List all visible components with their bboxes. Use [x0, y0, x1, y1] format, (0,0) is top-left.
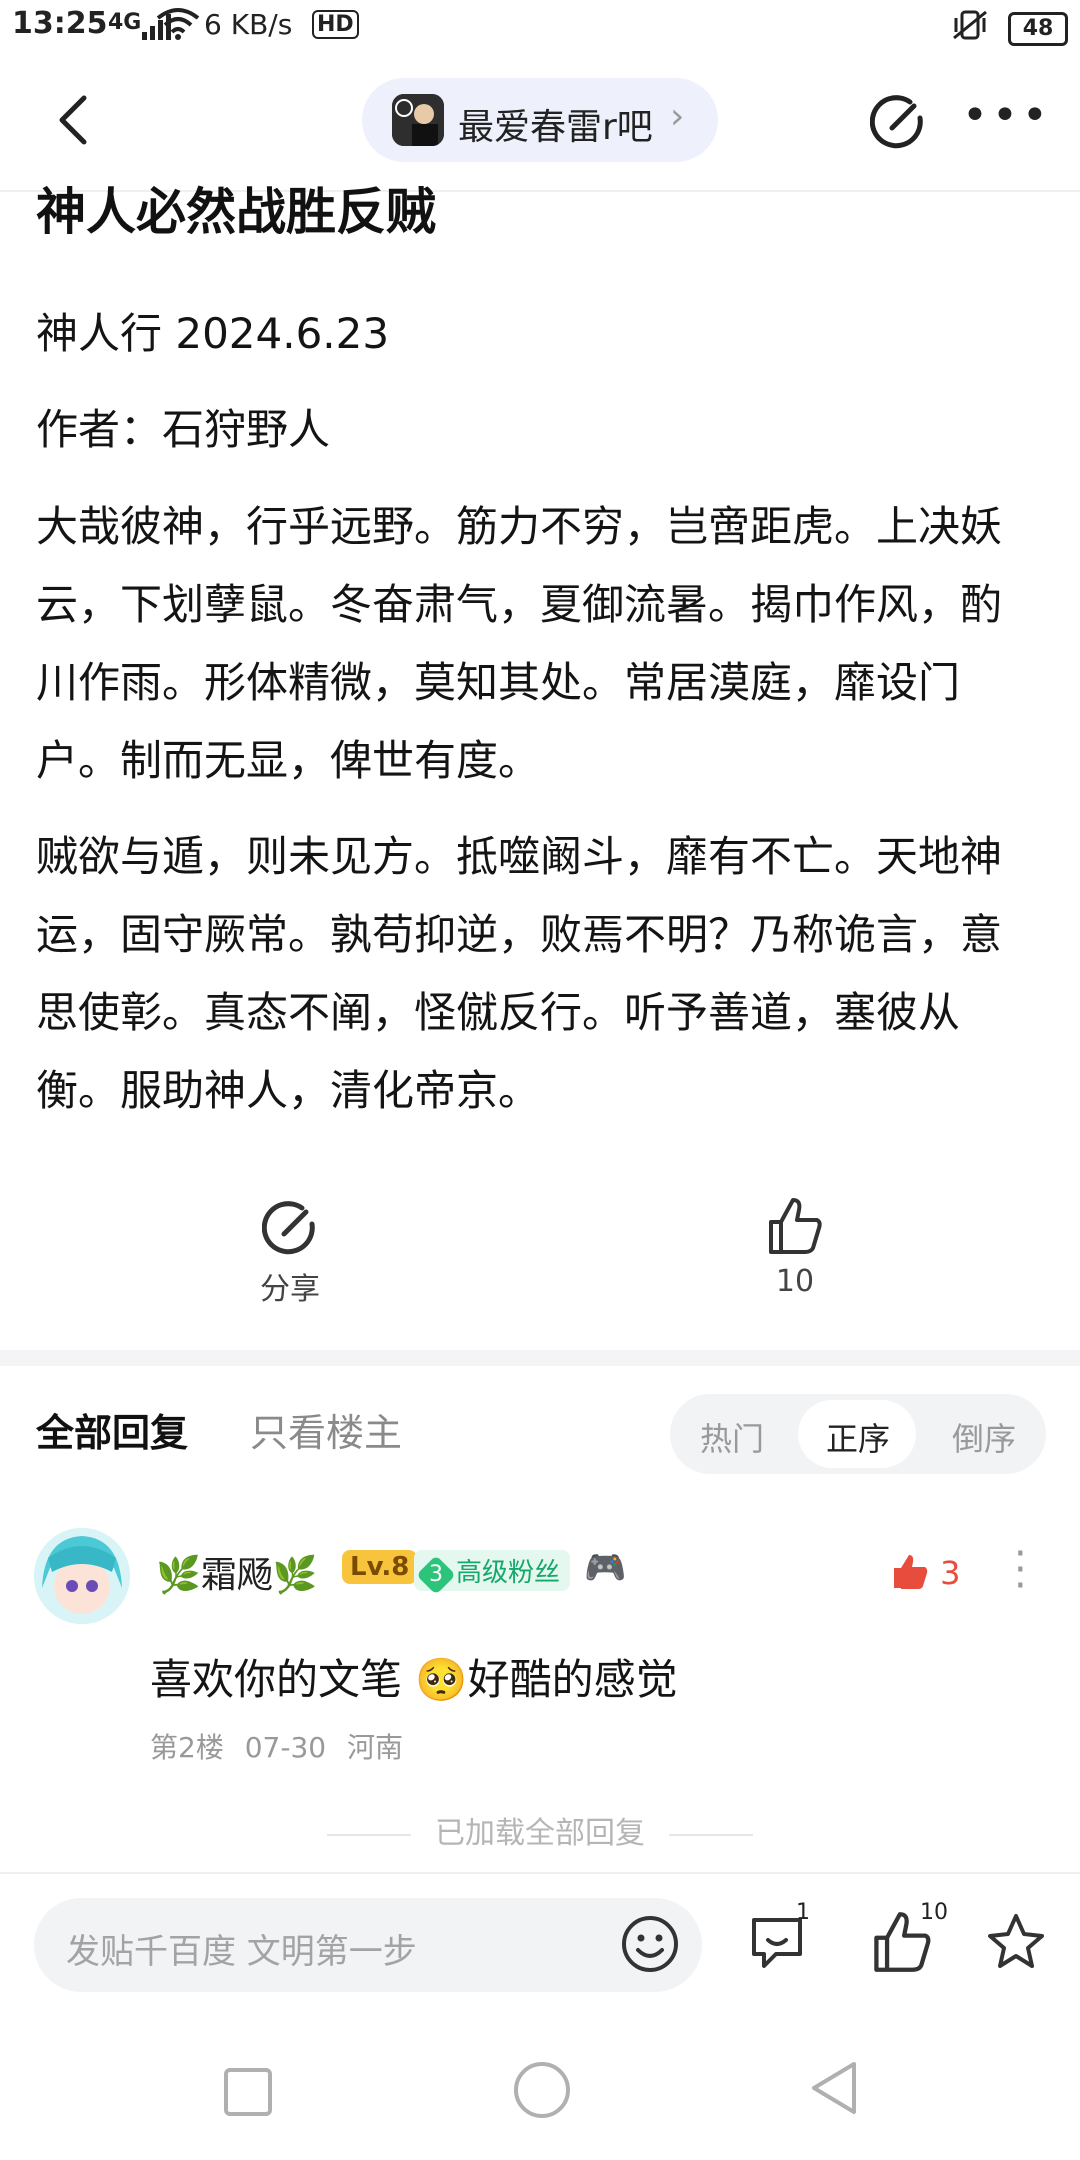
system-nav-bar — [0, 2012, 1080, 2160]
fan-level-icon: 3 — [416, 1555, 456, 1595]
section-divider — [0, 1350, 1080, 1366]
comment-like-count: 3 — [940, 1554, 961, 1592]
level-badge: Lv.8 — [342, 1550, 418, 1584]
like-button[interactable]: 10 — [740, 1196, 850, 1299]
share-icon — [261, 1201, 315, 1255]
poem-line: 运，固守厥常。孰苟抑逆，败焉不明？乃称诡言，意 — [36, 910, 1003, 959]
home-icon[interactable] — [514, 2062, 570, 2118]
comment-username[interactable]: 🌿霜飏🌿 — [156, 1546, 318, 1598]
floor-number: 第2楼 — [150, 1731, 224, 1764]
poem-line: 思使彰。真态不阐，怪僦反行。听予善道，塞彼从 — [36, 988, 961, 1037]
poem-line: 衡。服助神人，清化帝京。 — [36, 1066, 541, 1115]
fan-badge: 3 高级粉丝 — [414, 1550, 571, 1595]
chevron-right-icon: › — [670, 96, 685, 137]
comment-count: 1 — [796, 1900, 810, 1925]
avatar[interactable] — [34, 1528, 130, 1624]
status-bar: 13:25 4G 6 KB/s HD 48 — [0, 0, 1080, 56]
wifi-icon — [156, 8, 200, 40]
share-button[interactable]: 分享 — [240, 1200, 340, 1308]
reply-input[interactable]: 发贴千百度 文明第一步 — [34, 1898, 702, 1992]
back-arrow-icon[interactable] — [46, 90, 106, 150]
more-options-icon[interactable]: ••• — [962, 90, 1052, 141]
share-label: 分享 — [260, 1272, 320, 1307]
forum-avatar — [392, 94, 444, 146]
comment-location: 河南 — [347, 1731, 404, 1764]
bottom-like-count: 10 — [920, 1900, 948, 1925]
comment-date: 07-30 — [244, 1731, 327, 1764]
sort-segmented-control: 热门 正序 倒序 — [670, 1394, 1046, 1474]
pleading-face-emoji: 🥺 — [415, 1655, 468, 1704]
gamepad-badge-icon: 🎮 — [584, 1548, 627, 1588]
comment-like-button[interactable]: 3 — [890, 1552, 961, 1592]
status-time: 13:25 — [12, 6, 108, 41]
post-title: 神人必然战胜反贼 — [36, 183, 436, 241]
bottom-like-button[interactable]: 10 — [870, 1900, 948, 1974]
loaded-text: 已加载全部回复 — [435, 1816, 645, 1851]
poem-line: 云，下划孽鼠。冬奋肃气，夏御流暑。揭巾作风，酌 — [36, 580, 1003, 629]
poem-paragraph-2: 贼欲与遁，则未见方。抵噬阚斗，靡有不亡。天地神 运，固守厥常。孰苟抑逆，败焉不明… — [36, 818, 1044, 1130]
comments-button[interactable]: 1 — [746, 1900, 810, 1974]
comment-text: 喜欢你的文笔 🥺好酷的感觉 — [150, 1655, 678, 1704]
poem-line: 川作雨。形体精微，莫知其处。常居漠庭，靡设门 — [36, 658, 961, 707]
thumbs-up-icon — [769, 1198, 822, 1254]
poem-subtitle: 神人行 2024.6.23 — [36, 309, 390, 358]
battery-level: 48 — [1022, 16, 1054, 41]
comment-more-icon[interactable]: · · · — [1014, 1534, 1027, 1606]
sort-hot[interactable]: 热门 — [700, 1414, 764, 1460]
forum-entry-button[interactable]: 最爱春雷r吧 › — [362, 78, 718, 162]
network-type: 4G — [108, 10, 142, 35]
sort-descending[interactable]: 倒序 — [952, 1414, 1016, 1460]
battery-icon: 48 — [1008, 12, 1068, 46]
recent-apps-icon[interactable] — [224, 2068, 272, 2116]
fan-label: 高级粉丝 — [456, 1558, 561, 1588]
poem-author: 作者：石狩野人 — [36, 405, 331, 454]
sort-ascending[interactable]: 正序 — [826, 1414, 890, 1460]
thumbs-up-filled-icon — [894, 1555, 928, 1589]
star-icon — [988, 1914, 1044, 1968]
bottom-action-bar: 发贴千百度 文明第一步 1 10 — [0, 1872, 1080, 2014]
emoji-icon[interactable] — [618, 1912, 682, 1976]
forum-name: 最爱春雷r吧 — [458, 107, 653, 148]
like-count: 10 — [775, 1264, 815, 1299]
poem-line: 户。制而无显，俾世有度。 — [36, 736, 541, 785]
tab-all-replies[interactable]: 全部回复 — [36, 1402, 188, 1457]
network-speed: 6 KB/s — [204, 8, 293, 41]
poem-paragraph-1: 大哉彼神，行乎远野。筋力不穷，岂啻距虎。上决妖 云，下划孽鼠。冬奋肃气，夏御流暑… — [36, 488, 1044, 800]
tab-host-only[interactable]: 只看楼主 — [250, 1402, 402, 1457]
favorite-button[interactable] — [984, 1910, 1048, 1974]
all-loaded-indicator: 已加载全部回复 — [0, 1808, 1080, 1852]
vibrate-mute-icon — [953, 10, 987, 40]
poem-line: 大哉彼神，行乎远野。筋力不穷，岂啻距虎。上决妖 — [36, 502, 1003, 551]
reply-input-placeholder: 发贴千百度 文明第一步 — [66, 1932, 417, 1972]
hd-icon: HD — [312, 10, 359, 39]
system-back-icon[interactable] — [808, 2060, 860, 2116]
poem-line: 贼欲与遁，则未见方。抵噬阚斗，靡有不亡。天地神 — [36, 832, 1003, 881]
comment-meta: 第2楼 07-30 河南 — [150, 1726, 403, 1766]
share-edit-icon[interactable] — [870, 94, 926, 150]
